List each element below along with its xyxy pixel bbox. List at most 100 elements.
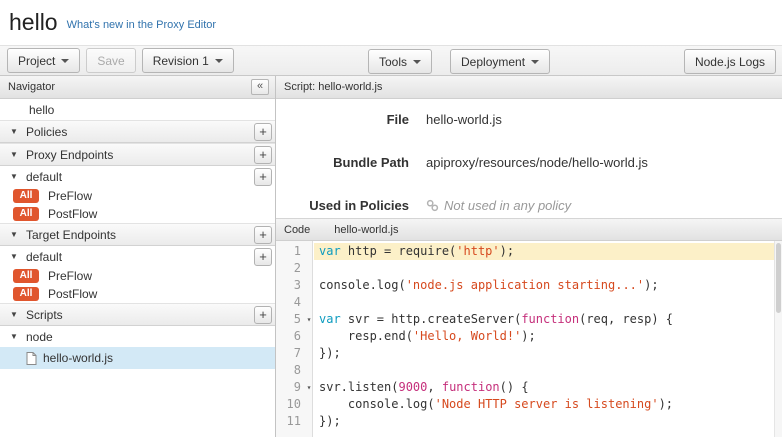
code-line-text[interactable]: console.log('Node HTTP server is listeni… [314, 396, 782, 413]
line-number: 2 [276, 260, 314, 277]
main-split: Navigator « hello ▼ Policies + ▼ Proxy E… [0, 76, 782, 437]
chevron-down-icon [215, 59, 223, 63]
nav-section-proxy-endpoints[interactable]: ▼ Proxy Endpoints + [0, 143, 275, 166]
nav-subsection-label: default [26, 250, 62, 264]
project-menu-label: Project [18, 54, 55, 68]
script-panel-header: Script: hello-world.js [276, 76, 782, 99]
code-line[interactable]: 10 console.log('Node HTTP server is list… [276, 396, 782, 413]
flow-condition-badge: All [13, 269, 39, 283]
nav-file-hello-world-js[interactable]: hello-world.js [0, 347, 275, 369]
nav-flow-label: PostFlow [48, 207, 97, 221]
line-number: 10 [276, 396, 314, 413]
toolbar-right-group: Node.js Logs [684, 49, 776, 74]
code-line[interactable]: 9▾svr.listen(9000, function() { [276, 379, 782, 396]
deployment-menu-button[interactable]: Deployment [450, 49, 550, 74]
script-panel-title: Script: hello-world.js [284, 81, 382, 93]
fold-caret-icon[interactable]: ▾ [304, 379, 314, 396]
code-line-text[interactable]: }); [314, 345, 782, 362]
nav-section-label: Policies [26, 125, 67, 139]
nav-flow-label: PreFlow [48, 189, 92, 203]
code-line[interactable]: 8 [276, 362, 782, 379]
nav-flow-proxy-postflow[interactable]: All PostFlow [0, 205, 275, 223]
code-line[interactable]: 5▾var svr = http.createServer(function(r… [276, 311, 782, 328]
code-line-text[interactable]: console.log('node.js application startin… [314, 277, 782, 294]
code-line-text[interactable]: svr.listen(9000, function() { [314, 379, 782, 396]
code-lines: 1var http = require('http');23console.lo… [276, 241, 782, 430]
add-policy-button[interactable]: + [254, 123, 272, 141]
nav-subsection-label: default [26, 170, 62, 184]
nav-flow-label: PreFlow [48, 269, 92, 283]
line-number: 3 [276, 277, 314, 294]
detail-row-used-in-policies: Used in Policies Not used in any policy [276, 198, 782, 213]
code-line[interactable]: 2 [276, 260, 782, 277]
nav-flow-target-postflow[interactable]: All PostFlow [0, 285, 275, 303]
detail-value: apiproxy/resources/node/hello-world.js [426, 155, 648, 170]
nav-subsection-label: node [26, 330, 53, 344]
nav-flow-proxy-preflow[interactable]: All PreFlow [0, 187, 275, 205]
revision-menu-button[interactable]: Revision 1 [142, 48, 234, 73]
tools-menu-label: Tools [379, 55, 407, 69]
nodejs-logs-button[interactable]: Node.js Logs [684, 49, 776, 74]
nav-item-hello[interactable]: hello [0, 99, 275, 120]
add-target-endpoint-button[interactable]: + [254, 226, 272, 244]
add-flow-button[interactable]: + [254, 248, 272, 266]
flow-condition-badge: All [13, 207, 39, 221]
code-line-text[interactable]: var svr = http.createServer(function(req… [314, 311, 782, 328]
code-line[interactable]: 11}); [276, 413, 782, 430]
tools-menu-button[interactable]: Tools [368, 49, 432, 74]
nav-section-scripts[interactable]: ▼ Scripts + [0, 303, 275, 326]
page-header: hello What's new in the Proxy Editor [0, 0, 782, 45]
detail-row-file: File hello-world.js [276, 112, 782, 127]
navigator-panel: Navigator « hello ▼ Policies + ▼ Proxy E… [0, 76, 276, 437]
detail-value: Not used in any policy [426, 198, 571, 213]
code-tab-hello-world-js[interactable]: hello-world.js [334, 224, 398, 236]
code-line[interactable]: 4 [276, 294, 782, 311]
code-scrollbar[interactable] [774, 241, 782, 437]
collapse-panel-button[interactable]: « [251, 79, 269, 95]
code-line-text[interactable] [314, 260, 782, 277]
flow-condition-badge: All [13, 287, 39, 301]
add-proxy-endpoint-button[interactable]: + [254, 146, 272, 164]
page-title: hello [9, 9, 58, 36]
nav-file-label: hello-world.js [43, 351, 113, 365]
line-number: 4 [276, 294, 314, 311]
code-line-text[interactable] [314, 362, 782, 379]
nav-section-policies[interactable]: ▼ Policies + [0, 120, 275, 143]
nav-section-target-endpoints[interactable]: ▼ Target Endpoints + [0, 223, 275, 246]
code-line-text[interactable]: }); [314, 413, 782, 430]
chevron-down-icon [413, 60, 421, 64]
code-line[interactable]: 1var http = require('http'); [276, 243, 782, 260]
save-button[interactable]: Save [86, 48, 135, 73]
code-line-text[interactable]: var http = require('http'); [314, 243, 782, 260]
broken-link-icon [426, 199, 439, 212]
nav-scripts-node-folder[interactable]: ▼ node [0, 326, 275, 347]
nav-proxy-endpoint-default[interactable]: ▼ default + [0, 166, 275, 187]
project-menu-button[interactable]: Project [7, 48, 80, 73]
nav-target-endpoint-default[interactable]: ▼ default + [0, 246, 275, 267]
triangle-down-icon: ▼ [10, 172, 19, 181]
code-line[interactable]: 7}); [276, 345, 782, 362]
nav-section-label: Scripts [26, 308, 63, 322]
navigator-header: Navigator « [0, 76, 275, 99]
save-button-label: Save [97, 54, 124, 68]
code-editor[interactable]: 1var http = require('http');23console.lo… [276, 241, 782, 437]
code-line-text[interactable]: resp.end('Hello, World!'); [314, 328, 782, 345]
code-line[interactable]: 6 resp.end('Hello, World!'); [276, 328, 782, 345]
code-line[interactable]: 3console.log('node.js application starti… [276, 277, 782, 294]
detail-row-bundle-path: Bundle Path apiproxy/resources/node/hell… [276, 155, 782, 170]
code-line-text[interactable] [314, 294, 782, 311]
triangle-down-icon: ▼ [10, 150, 19, 159]
nav-flow-target-preflow[interactable]: All PreFlow [0, 267, 275, 285]
nav-section-label: Target Endpoints [26, 228, 116, 242]
triangle-down-icon: ▼ [10, 230, 19, 239]
add-script-button[interactable]: + [254, 306, 272, 324]
add-flow-button[interactable]: + [254, 168, 272, 186]
whats-new-link[interactable]: What's new in the Proxy Editor [67, 19, 216, 31]
code-panel-header: Code hello-world.js [276, 218, 782, 241]
not-used-text: Not used in any policy [444, 198, 571, 213]
nodejs-logs-label: Node.js Logs [695, 55, 765, 69]
detail-label: Bundle Path [276, 155, 409, 170]
fold-caret-icon[interactable]: ▾ [304, 311, 314, 328]
file-icon [26, 352, 37, 365]
scrollbar-thumb[interactable] [776, 243, 781, 313]
